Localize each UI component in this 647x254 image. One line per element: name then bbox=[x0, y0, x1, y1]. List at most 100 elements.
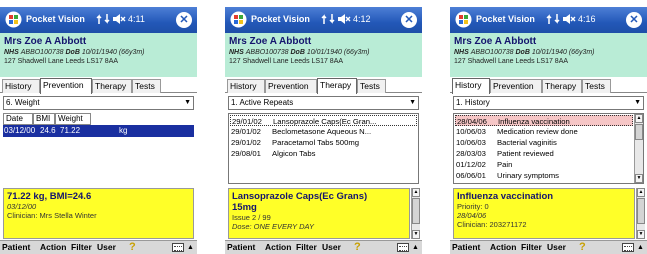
col-bmi[interactable]: BMI bbox=[33, 113, 55, 125]
speaker-muted-icon[interactable] bbox=[337, 12, 351, 26]
history-list[interactable]: 28/04/06 Influenza vaccination 10/06/03 Me… bbox=[453, 113, 644, 184]
menu-patient[interactable]: Patient bbox=[227, 241, 255, 254]
menu-bar: Patient Action Filter User ? ▲ bbox=[450, 240, 647, 254]
tab-prevention[interactable]: Prevention bbox=[40, 78, 92, 94]
chevron-down-icon[interactable]: ▼ bbox=[634, 97, 641, 109]
list-item[interactable]: 06/06/01 Urinary symptoms bbox=[455, 170, 633, 181]
title-bar: Pocket Vision 4:16 ✕ bbox=[450, 7, 647, 33]
chevron-up-icon[interactable]: ▲ bbox=[637, 241, 644, 254]
filter-value: 1. Active Repeats bbox=[231, 98, 294, 107]
filter-dropdown[interactable]: 1. Active Repeats ▼ bbox=[228, 96, 419, 110]
help-icon[interactable]: ? bbox=[579, 241, 586, 254]
detail-date: 03/12/00 bbox=[7, 202, 37, 211]
keyboard-icon[interactable] bbox=[172, 243, 184, 252]
list-item[interactable]: 29/01/02 Lansoprazole Caps(Ec Gran... bbox=[230, 115, 417, 126]
tab-history[interactable]: History bbox=[227, 79, 265, 93]
detail-title: 71.22 kg, BMI=24.6 bbox=[7, 191, 92, 202]
menu-action[interactable]: Action bbox=[265, 241, 291, 254]
tab-therapy[interactable]: Therapy bbox=[92, 79, 132, 93]
list-item[interactable]: 29/08/01 Algicon Tabs bbox=[230, 148, 417, 159]
list-item[interactable]: 28/03/03 Patient reviewed bbox=[455, 148, 633, 159]
list-item[interactable]: 29/01/02 Paracetamol Tabs 500mg bbox=[230, 137, 417, 148]
speaker-muted-icon[interactable] bbox=[562, 12, 576, 26]
list-item[interactable]: 28/04/06 Influenza vaccination bbox=[455, 115, 633, 126]
close-icon[interactable]: ✕ bbox=[401, 12, 417, 28]
help-icon[interactable]: ? bbox=[354, 241, 361, 254]
col-weight[interactable]: Weight bbox=[55, 113, 91, 125]
tab-therapy[interactable]: Therapy bbox=[542, 79, 582, 93]
chevron-up-icon[interactable]: ▲ bbox=[187, 241, 194, 254]
menu-filter[interactable]: Filter bbox=[296, 241, 317, 254]
pda-screen-history: Pocket Vision 4:16 ✕ Mrs Zoe A Abbott NH… bbox=[450, 7, 647, 254]
menu-user[interactable]: User bbox=[547, 241, 566, 254]
menu-user[interactable]: User bbox=[322, 241, 341, 254]
keyboard-icon[interactable] bbox=[397, 243, 409, 252]
tab-tests[interactable]: Tests bbox=[132, 79, 161, 93]
connectivity-icon[interactable] bbox=[96, 12, 110, 26]
list-item[interactable]: 29/01/02 Beclometasone Aqueous N... bbox=[230, 126, 417, 137]
connectivity-icon[interactable] bbox=[546, 12, 560, 26]
detail-issue: Issue 2 / 99 bbox=[232, 213, 271, 222]
title-bar: Pocket Vision 4:11 ✕ bbox=[0, 7, 197, 33]
list-item[interactable]: 01/12/02 Pain bbox=[455, 159, 633, 170]
windows-flag-icon[interactable] bbox=[230, 11, 247, 28]
tab-therapy[interactable]: Therapy bbox=[317, 78, 357, 94]
menu-patient[interactable]: Patient bbox=[452, 241, 480, 254]
menu-action[interactable]: Action bbox=[40, 241, 66, 254]
windows-flag-icon[interactable] bbox=[5, 11, 22, 28]
menu-filter[interactable]: Filter bbox=[71, 241, 92, 254]
scroll-down-icon[interactable]: ▼ bbox=[635, 174, 643, 183]
clock[interactable]: 4:12 bbox=[353, 14, 371, 24]
patient-address: 127 Shadwell Lane Leeds LS17 8AA bbox=[4, 58, 119, 65]
table-row[interactable]: 03/12/00 24.6 71.22 kg bbox=[3, 125, 194, 137]
col-date[interactable]: Date bbox=[3, 113, 33, 125]
detail-scrollbar[interactable]: ▲ ▼ bbox=[411, 188, 420, 239]
detail-title: Lansoprazole Caps(Ec Grans) bbox=[232, 191, 368, 202]
chevron-down-icon[interactable]: ▼ bbox=[409, 97, 416, 109]
tab-tests[interactable]: Tests bbox=[357, 79, 386, 93]
tab-bar: History Prevention Therapy Tests bbox=[450, 77, 647, 94]
cell-weight: 71.22 bbox=[60, 126, 81, 135]
tab-prevention[interactable]: Prevention bbox=[490, 79, 542, 93]
detail-scrollbar[interactable]: ▲ ▼ bbox=[636, 188, 645, 239]
menu-action[interactable]: Action bbox=[490, 241, 516, 254]
clock[interactable]: 4:11 bbox=[128, 14, 145, 24]
menu-filter[interactable]: Filter bbox=[521, 241, 542, 254]
scroll-up-icon[interactable]: ▲ bbox=[637, 188, 645, 197]
patient-name: Mrs Zoe A Abbott bbox=[454, 36, 537, 47]
detail-clinician: Clinician: Mrs Stella Winter bbox=[7, 211, 97, 220]
menu-user[interactable]: User bbox=[97, 241, 116, 254]
chevron-up-icon[interactable]: ▲ bbox=[412, 241, 419, 254]
tab-history[interactable]: History bbox=[452, 78, 490, 94]
patient-name: Mrs Zoe A Abbott bbox=[229, 36, 312, 47]
scroll-up-icon[interactable]: ▲ bbox=[412, 188, 420, 197]
clock[interactable]: 4:16 bbox=[578, 14, 596, 24]
list-scrollbar[interactable]: ▲ ▼ bbox=[634, 114, 643, 183]
patient-banner: Mrs Zoe A Abbott NHS ABBO100738 DoB 10/0… bbox=[0, 33, 197, 77]
keyboard-icon[interactable] bbox=[622, 243, 634, 252]
help-icon[interactable]: ? bbox=[129, 241, 136, 254]
scroll-thumb[interactable] bbox=[637, 198, 645, 224]
scroll-down-icon[interactable]: ▼ bbox=[412, 230, 420, 239]
windows-flag-icon[interactable] bbox=[455, 11, 472, 28]
detail-panel: Lansoprazole Caps(Ec Grans) 15mg Issue 2… bbox=[228, 188, 410, 239]
scroll-down-icon[interactable]: ▼ bbox=[637, 230, 645, 239]
speaker-muted-icon[interactable] bbox=[112, 12, 126, 26]
tab-tests[interactable]: Tests bbox=[582, 79, 611, 93]
therapy-list[interactable]: 29/01/02 Lansoprazole Caps(Ec Gran... 29/… bbox=[228, 113, 419, 184]
scroll-up-icon[interactable]: ▲ bbox=[635, 114, 643, 123]
filter-dropdown[interactable]: 1. History ▼ bbox=[453, 96, 644, 110]
filter-dropdown[interactable]: 6. Weight ▼ bbox=[3, 96, 194, 110]
connectivity-icon[interactable] bbox=[321, 12, 335, 26]
chevron-down-icon[interactable]: ▼ bbox=[184, 97, 191, 109]
close-icon[interactable]: ✕ bbox=[176, 12, 192, 28]
scroll-thumb[interactable] bbox=[412, 198, 420, 224]
tab-history[interactable]: History bbox=[2, 79, 40, 93]
list-item[interactable]: 10/06/03 Bacterial vaginitis bbox=[455, 137, 633, 148]
pda-screen-therapy: Pocket Vision 4:12 ✕ Mrs Zoe A Abbott NH… bbox=[225, 7, 422, 254]
scroll-thumb[interactable] bbox=[635, 124, 643, 140]
tab-prevention[interactable]: Prevention bbox=[265, 79, 317, 93]
close-icon[interactable]: ✕ bbox=[626, 12, 642, 28]
menu-patient[interactable]: Patient bbox=[2, 241, 30, 254]
list-item[interactable]: 10/06/03 Medication review done bbox=[455, 126, 633, 137]
